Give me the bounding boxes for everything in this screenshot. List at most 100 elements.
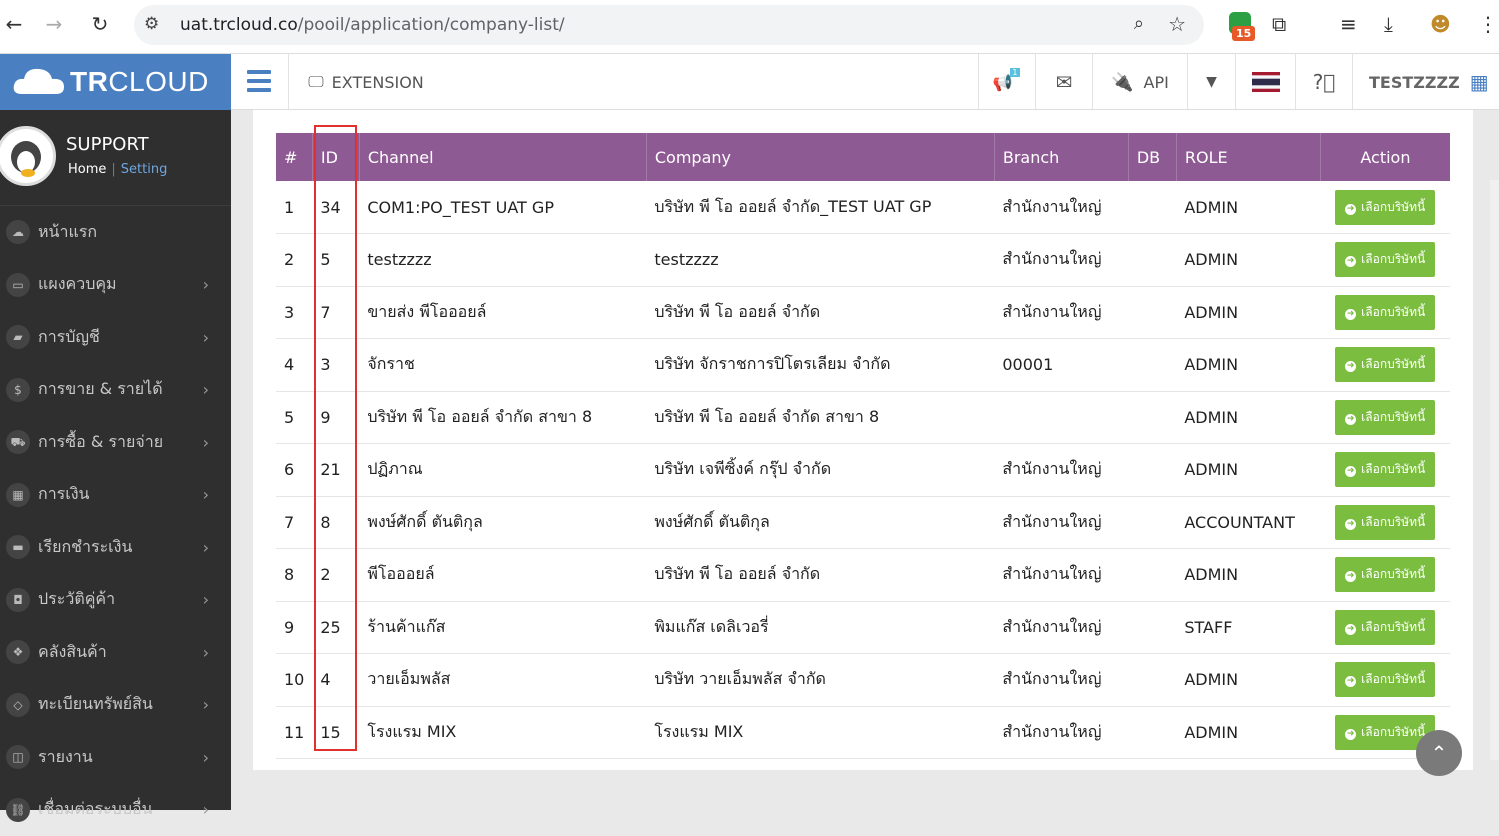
boxes-icon: ❖ <box>6 640 30 664</box>
cell-role: ADMIN <box>1176 549 1320 602</box>
profile-links: Home|Setting <box>68 162 167 177</box>
cell-branch: สำนักงานใหญ่ <box>994 549 1128 602</box>
cell-role: STAFF <box>1176 601 1320 654</box>
table-row: 1115โรงแรม MIXโรงแรม MIXสำนักงานใหญ่ADMI… <box>276 706 1450 759</box>
sidebar-item[interactable]: $ การขาย & รายได้ › <box>0 364 231 417</box>
cell-branch: สำนักงานใหญ่ <box>994 444 1128 497</box>
sidebar-item[interactable]: ◘ ประวัติคู่ค้า › <box>0 574 231 627</box>
select-company-button[interactable]: ➜เลือกบริษัทนี้ <box>1335 295 1435 330</box>
cell-db <box>1128 181 1176 234</box>
sidebar-item[interactable]: ❖ คลังสินค้า › <box>0 626 231 679</box>
cell-index: 7 <box>276 496 312 549</box>
select-company-button[interactable]: ➜เลือกบริษัทนี้ <box>1335 452 1435 487</box>
sidebar-item[interactable]: ▦ การเงิน › <box>0 469 231 522</box>
setting-link[interactable]: Setting <box>121 162 168 177</box>
cell-id: 3 <box>312 339 359 392</box>
cell-action: ➜เลือกบริษัทนี้ <box>1320 654 1450 707</box>
api-label: API <box>1144 73 1169 92</box>
forward-arrow-icon[interactable]: → <box>40 10 68 38</box>
select-company-button[interactable]: ➜เลือกบริษัทนี้ <box>1335 400 1435 435</box>
sidebar-item[interactable]: ▰ การบัญชี › <box>0 311 231 364</box>
cell-index: 6 <box>276 444 312 497</box>
home-link[interactable]: Home <box>68 162 106 177</box>
select-company-button[interactable]: ➜เลือกบริษัทนี้ <box>1335 347 1435 382</box>
sidebar-item[interactable]: ◇ ทะเบียนทรัพย์สิน › <box>0 679 231 732</box>
sidebar-item[interactable]: ▬ เรียกชำระเงิน › <box>0 521 231 574</box>
api-button[interactable]: 🔌 API <box>1092 54 1187 110</box>
logo-text-light: CLOUD <box>108 66 209 97</box>
col-header-id: ID <box>312 133 359 181</box>
cell-channel: บริษัท พี โอ ออยล์ จำกัด สาขา 8 <box>359 391 646 444</box>
caret-down-icon[interactable]: ▼ <box>1187 54 1235 110</box>
cell-action: ➜เลือกบริษัทนี้ <box>1320 549 1450 602</box>
page-scrollbar[interactable] <box>1490 180 1499 760</box>
language-flag-th[interactable] <box>1235 54 1295 110</box>
cell-role: ADMIN <box>1176 654 1320 707</box>
hamburger-menu-icon[interactable] <box>247 70 271 92</box>
browser-menu-icon[interactable]: ⋮ <box>1478 12 1498 36</box>
arrow-circle-right-icon: ➜ <box>1345 676 1356 687</box>
cell-role: ADMIN <box>1176 444 1320 497</box>
select-company-button[interactable]: ➜เลือกบริษัทนี้ <box>1335 610 1435 645</box>
cell-company: บริษัท เจพีซิ้งค์ กรุ๊ป จำกัด <box>646 444 994 497</box>
help-icon[interactable]: ?⃝ <box>1295 54 1352 110</box>
scroll-to-top-button[interactable]: ⌃ <box>1416 730 1462 776</box>
extensions-puzzle-icon[interactable]: ⧉ <box>1272 12 1286 36</box>
thai-flag-icon <box>1252 72 1280 92</box>
sidebar-item-label: รายงาน <box>38 745 93 770</box>
cell-index: 8 <box>276 549 312 602</box>
cell-id: 15 <box>312 706 359 759</box>
chevron-right-icon: › <box>203 485 209 504</box>
cell-db <box>1128 286 1176 339</box>
sidebar-profile: SUPPORT Home|Setting <box>0 110 231 206</box>
col-header-channel: Channel <box>359 133 646 181</box>
cell-branch <box>994 391 1128 444</box>
url-text: uat.trcloud.co/pooil/application/company… <box>180 15 565 35</box>
cell-db <box>1128 234 1176 287</box>
sidebar-item[interactable]: ☁ หน้าแรก <box>0 206 231 259</box>
logo-text-bold: TR <box>70 66 108 97</box>
back-arrow-icon[interactable]: ← <box>0 10 28 38</box>
col-header-role: ROLE <box>1176 133 1320 181</box>
app-logo[interactable]: TRCLOUD <box>0 54 231 110</box>
plug-icon: 🔌 <box>1111 72 1133 93</box>
media-queue-icon[interactable]: ≡ <box>1340 12 1357 36</box>
chevron-right-icon: › <box>203 328 209 347</box>
select-company-button[interactable]: ➜เลือกบริษัทนี้ <box>1335 662 1435 697</box>
mail-icon[interactable]: ✉ <box>1035 54 1092 110</box>
zoom-icon[interactable]: ⌕ <box>1134 13 1144 34</box>
cell-branch: สำนักงานใหญ่ <box>994 286 1128 339</box>
cell-index: 10 <box>276 654 312 707</box>
select-company-button[interactable]: ➜เลือกบริษัทนี้ <box>1335 190 1435 225</box>
book-icon: ▰ <box>6 325 30 349</box>
extension-button[interactable]: 🖵 EXTENSION <box>288 54 443 110</box>
select-company-button[interactable]: ➜เลือกบริษัทนี้ <box>1335 557 1435 592</box>
announcement-button[interactable]: 📢 1 <box>978 54 1035 110</box>
bookmark-star-icon[interactable]: ☆ <box>1168 12 1186 36</box>
sidebar-menu: ☁ หน้าแรก ▭ แผงควบคุม ›▰ การบัญชี ›$ การ… <box>0 206 231 836</box>
table-row: 37ขายส่ง พีโอออยล์บริษัท พี โอ ออยล์ จำก… <box>276 286 1450 339</box>
reload-icon[interactable]: ↻ <box>86 10 114 38</box>
sidebar-item-label: ประวัติคู่ค้า <box>38 587 115 612</box>
select-company-button[interactable]: ➜เลือกบริษัทนี้ <box>1335 505 1435 540</box>
cell-company: บริษัท พี โอ ออยล์ จำกัด_TEST UAT GP <box>646 181 994 234</box>
download-icon[interactable]: ⤓ <box>1384 12 1393 36</box>
select-company-button[interactable]: ➜เลือกบริษัทนี้ <box>1335 242 1435 277</box>
cell-channel: testzzzz <box>359 234 646 287</box>
user-menu[interactable]: TESTZZZZ ▦ <box>1352 54 1499 110</box>
contact-icon: ◘ <box>6 588 30 612</box>
cell-db <box>1128 549 1176 602</box>
select-company-label: เลือกบริษัทนี้ <box>1361 200 1425 214</box>
sidebar-item[interactable]: ▭ แผงควบคุม › <box>0 259 231 312</box>
credit-card-icon: ▬ <box>6 535 30 559</box>
extension-label: EXTENSION <box>332 73 424 92</box>
col-header-action: Action <box>1320 133 1450 181</box>
table-row: 78พงษ์ศักดิ์ ตันติกุลพงษ์ศักดิ์ ตันติกุล… <box>276 496 1450 549</box>
sidebar-item[interactable]: ◫ รายงาน › <box>0 731 231 784</box>
address-bar[interactable]: ⚙ uat.trcloud.co/pooil/application/compa… <box>134 5 1204 45</box>
sidebar-item[interactable]: ⛟ การซื้อ & รายจ่าย › <box>0 416 231 469</box>
site-settings-icon[interactable]: ⚙ <box>144 14 159 34</box>
sidebar-item-label: การบัญชี <box>38 325 100 350</box>
profile-avatar-icon[interactable]: ☻ <box>1430 12 1451 36</box>
cell-company: พงษ์ศักดิ์ ตันติกุล <box>646 496 994 549</box>
